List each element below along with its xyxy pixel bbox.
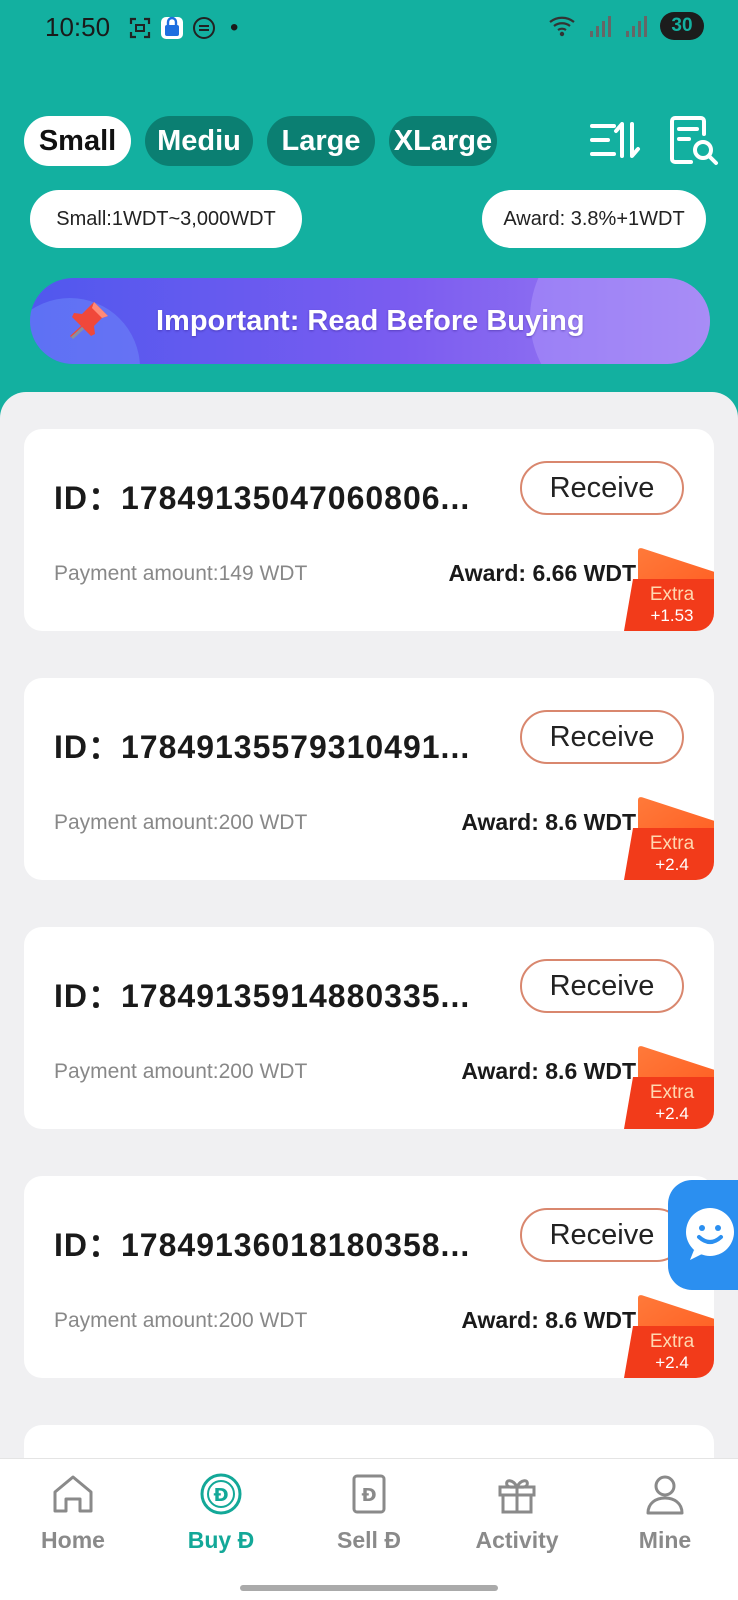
ribbon-body: Extra +1.53 bbox=[624, 579, 714, 631]
extra-label: Extra bbox=[649, 584, 695, 605]
order-card: ID：17849136018180358... Receive Payment … bbox=[24, 1176, 714, 1378]
payment-amount: Payment amount:200 WDT bbox=[54, 1309, 308, 1332]
chat-button[interactable] bbox=[668, 1180, 738, 1290]
order-id: ID：17849135579310491... bbox=[54, 729, 471, 765]
pin-icon bbox=[70, 302, 108, 340]
home-icon bbox=[53, 1475, 93, 1513]
receive-button[interactable]: Receive bbox=[520, 461, 684, 515]
range-info: Small:1WDT~3,000WDT bbox=[30, 190, 302, 248]
home-indicator bbox=[240, 1585, 498, 1591]
nav-sell[interactable]: Đ Sell Đ bbox=[304, 1471, 434, 1571]
payment-amount: Payment amount:200 WDT bbox=[54, 811, 308, 834]
signal-icon bbox=[590, 16, 611, 37]
ribbon-body: Extra +2.4 bbox=[624, 1077, 714, 1129]
nav-activity[interactable]: Activity bbox=[452, 1471, 582, 1571]
nav-buy[interactable]: Đ Buy Đ bbox=[156, 1471, 286, 1571]
nav-sell-label: Sell Đ bbox=[337, 1527, 401, 1553]
extra-badge: Extra +1.53 bbox=[624, 547, 714, 631]
tab-medium[interactable]: Mediu bbox=[145, 116, 253, 166]
svg-text:Đ: Đ bbox=[361, 1485, 376, 1506]
sort-icon[interactable] bbox=[588, 112, 644, 168]
important-banner[interactable]: Important: Read Before Buying bbox=[30, 278, 710, 364]
tab-small[interactable]: Small bbox=[24, 116, 131, 166]
payment-amount: Payment amount:200 WDT bbox=[54, 1060, 308, 1083]
extra-value: +1.53 bbox=[650, 606, 694, 625]
ribbon-body: Extra +2.4 bbox=[624, 828, 714, 880]
extra-badge: Extra +2.4 bbox=[624, 796, 714, 880]
screenshot-icon bbox=[129, 17, 151, 39]
payment-amount: Payment amount:149 WDT bbox=[54, 562, 308, 585]
size-tabs: Small Mediu Large XLarge bbox=[24, 116, 497, 166]
receive-button[interactable]: Receive bbox=[520, 959, 684, 1013]
order-id: ID：17849135047060806... bbox=[54, 480, 471, 516]
lock-app-icon bbox=[161, 16, 183, 39]
order-card: ID：17849135914880335... Receive Payment … bbox=[24, 927, 714, 1129]
receive-button[interactable]: Receive bbox=[520, 710, 684, 764]
tab-large[interactable]: Large bbox=[267, 116, 375, 166]
extra-badge: Extra +2.4 bbox=[624, 1294, 714, 1378]
nav-activity-label: Activity bbox=[475, 1527, 559, 1553]
extra-label: Extra bbox=[649, 1331, 695, 1352]
extra-value: +2.4 bbox=[655, 1353, 689, 1372]
extra-label: Extra bbox=[649, 1082, 695, 1103]
sell-doc-icon: Đ bbox=[352, 1474, 386, 1514]
buy-coin-icon: Đ bbox=[200, 1473, 242, 1515]
extra-value: +2.4 bbox=[655, 855, 689, 874]
banner-text: Important: Read Before Buying bbox=[156, 304, 585, 337]
nav-mine-label: Mine bbox=[638, 1527, 692, 1553]
receive-button[interactable]: Receive bbox=[520, 1208, 684, 1262]
status-time: 10:50 bbox=[45, 12, 111, 42]
signal-icon bbox=[626, 16, 647, 37]
order-card-partial bbox=[24, 1425, 714, 1460]
order-id: ID：17849135914880335... bbox=[54, 978, 471, 1014]
award-amount: Award: 6.66 WDT bbox=[448, 560, 636, 586]
order-card: ID：17849135047060806... Receive Payment … bbox=[24, 429, 714, 631]
award-amount: Award: 8.6 WDT bbox=[461, 1058, 636, 1084]
status-right-icons: 30 bbox=[548, 12, 704, 40]
svg-text:Đ: Đ bbox=[213, 1485, 228, 1506]
extra-label: Extra bbox=[649, 833, 695, 854]
dot-icon: • bbox=[230, 14, 239, 41]
nav-buy-label: Buy Đ bbox=[187, 1527, 255, 1553]
ribbon-body: Extra +2.4 bbox=[624, 1326, 714, 1378]
extra-badge: Extra +2.4 bbox=[624, 1045, 714, 1129]
nav-mine[interactable]: Mine bbox=[600, 1471, 730, 1571]
user-icon bbox=[646, 1475, 684, 1515]
chat-smile-icon bbox=[686, 1208, 734, 1260]
extra-value: +2.4 bbox=[655, 1104, 689, 1123]
nav-home-label: Home bbox=[41, 1527, 105, 1553]
tab-xlarge[interactable]: XLarge bbox=[389, 116, 497, 166]
status-bar: 10:50 • 30 bbox=[0, 0, 738, 60]
order-id: ID：17849136018180358... bbox=[54, 1227, 471, 1263]
nav-home[interactable]: Home bbox=[8, 1471, 138, 1571]
award-amount: Award: 8.6 WDT bbox=[461, 1307, 636, 1333]
wifi-icon bbox=[549, 16, 575, 37]
sync-icon bbox=[193, 17, 215, 39]
document-search-icon[interactable] bbox=[666, 112, 722, 168]
status-left-icons: • bbox=[128, 14, 238, 42]
gift-icon bbox=[498, 1479, 536, 1514]
battery-level: 30 bbox=[660, 12, 704, 40]
order-card: ID：17849135579310491... Receive Payment … bbox=[24, 678, 714, 880]
bottom-nav: Home Đ Buy Đ Đ Sell Đ Activity Mine bbox=[0, 1458, 738, 1600]
order-list[interactable]: ID：17849135047060806... Receive Payment … bbox=[0, 392, 738, 1460]
award-info: Award: 3.8%+1WDT bbox=[482, 190, 706, 248]
award-amount: Award: 8.6 WDT bbox=[461, 809, 636, 835]
